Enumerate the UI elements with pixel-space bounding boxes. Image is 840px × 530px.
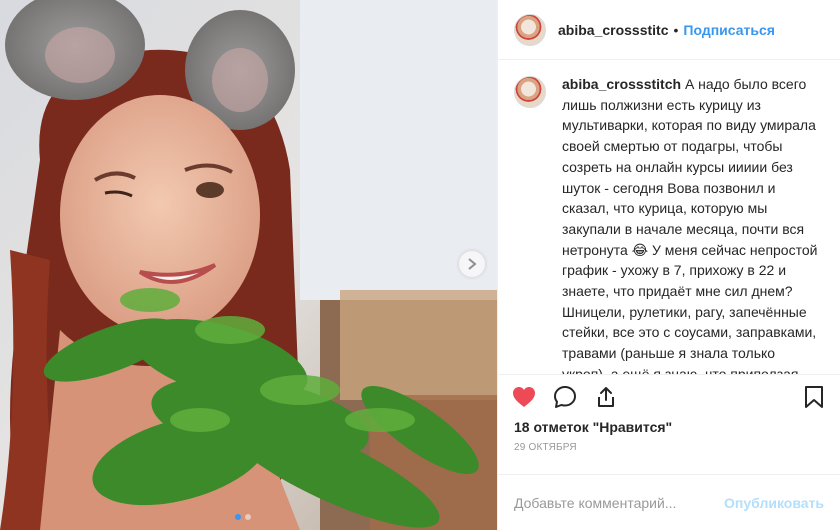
carousel-dot-active <box>235 514 241 520</box>
carousel-dot <box>245 514 251 520</box>
caption-text-block: abiba_crossstitch А надо было всего лишь… <box>562 74 822 374</box>
post-photo <box>0 0 497 530</box>
carousel-dots <box>235 514 251 520</box>
bookmark-icon <box>805 385 823 408</box>
chevron-right-icon <box>468 258 477 270</box>
caption-comment: abiba_crossstitch А надо было всего лишь… <box>514 74 824 374</box>
comment-input[interactable] <box>514 494 725 511</box>
share-icon <box>598 386 614 407</box>
header-username[interactable]: abiba_crossstitc <box>558 22 669 38</box>
follow-button[interactable]: Подписаться <box>683 22 775 38</box>
speech-bubble-icon <box>554 385 576 408</box>
like-button[interactable] <box>512 385 536 409</box>
caption-text: А надо было всего лишь полжизни есть кур… <box>562 76 818 374</box>
comment-button[interactable] <box>553 385 577 409</box>
carousel-next-button[interactable] <box>459 251 485 277</box>
photo-image <box>0 0 497 530</box>
heart-icon <box>513 386 535 407</box>
header-separator: • <box>673 21 679 38</box>
add-comment-bar: Опубликовать <box>498 474 840 530</box>
avatar[interactable] <box>514 13 546 46</box>
likes-count[interactable]: 18 отметок "Нравится" <box>498 418 840 436</box>
instagram-post: abiba_crossstitc • Подписаться abiba_cro… <box>0 0 840 530</box>
caption-username[interactable]: abiba_crossstitch <box>562 76 681 92</box>
post-header: abiba_crossstitc • Подписаться <box>498 0 840 60</box>
save-button[interactable] <box>802 385 826 409</box>
post-date[interactable]: 29 октября <box>498 436 840 460</box>
publish-button[interactable]: Опубликовать <box>724 495 824 511</box>
post-side-panel: abiba_crossstitc • Подписаться abiba_cro… <box>497 0 840 530</box>
comments-area[interactable]: abiba_crossstitch А надо было всего лишь… <box>498 60 840 374</box>
share-button[interactable] <box>594 385 618 409</box>
caption-avatar[interactable] <box>514 76 546 108</box>
action-bar <box>498 374 840 418</box>
